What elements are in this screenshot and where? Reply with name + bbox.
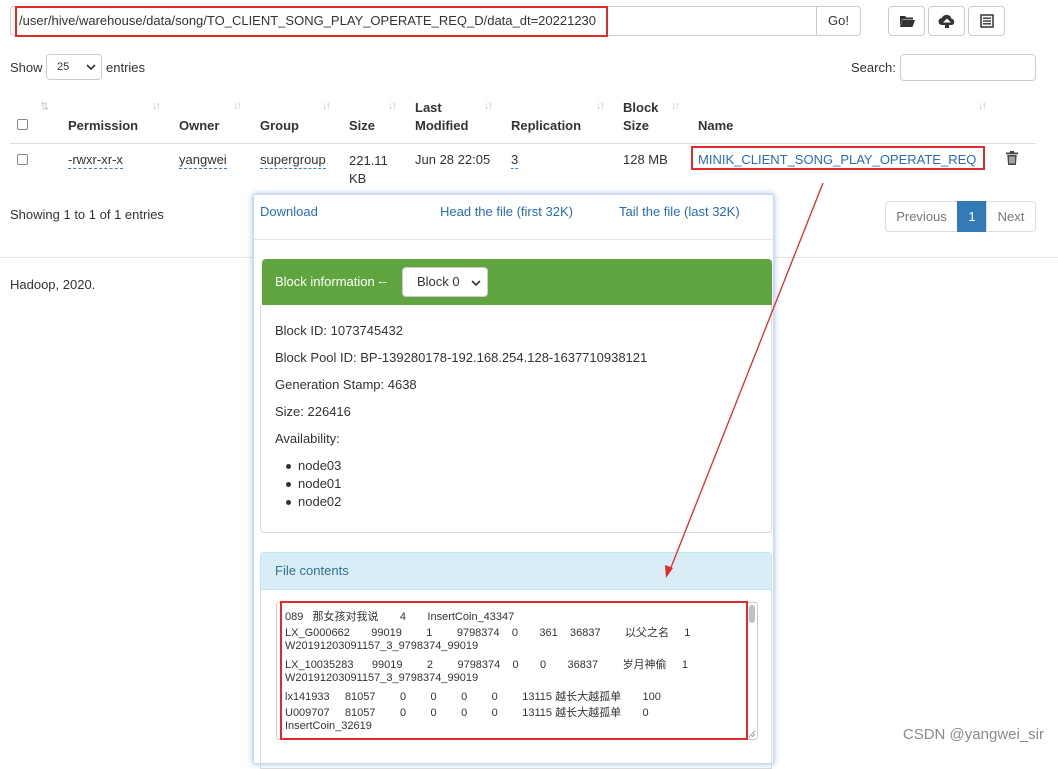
name-highlight xyxy=(691,146,985,170)
block-pool-id: Block Pool ID: BP-139280178-192.168.254.… xyxy=(275,350,648,365)
chevron-down-icon xyxy=(471,280,481,287)
generation-stamp: Generation Stamp: 4638 xyxy=(275,377,417,392)
head-file-link[interactable]: Head the file (first 32K) xyxy=(440,204,573,219)
popup-divider xyxy=(254,239,773,240)
table-header-divider xyxy=(10,143,1036,144)
header-name[interactable]: Name xyxy=(698,117,733,135)
sort-icon[interactable]: ↓↑ xyxy=(671,100,680,112)
row-replication[interactable]: 3 xyxy=(511,152,519,169)
block-id: Block ID: 1073745432 xyxy=(275,323,403,338)
size-unit: KB xyxy=(349,171,367,186)
folder-open-button[interactable] xyxy=(888,6,925,36)
row-owner[interactable]: yangwei xyxy=(179,152,227,169)
size-value: 221.11 xyxy=(349,153,388,168)
permission-value: -rwxr-xr-x xyxy=(68,152,123,169)
next-button[interactable]: Next xyxy=(986,201,1036,232)
upload-button[interactable] xyxy=(928,6,965,36)
node-item: node03 xyxy=(285,458,342,473)
row-permission[interactable]: -rwxr-xr-x xyxy=(68,152,123,169)
entries-select[interactable]: 25 xyxy=(46,54,102,80)
row-checkbox[interactable] xyxy=(17,154,28,165)
block-select-value: Block 0 xyxy=(417,274,460,289)
showing-entries: Showing 1 to 1 of 1 entries xyxy=(10,207,164,222)
availability-label: Availability: xyxy=(275,431,340,446)
search-label: Search: xyxy=(851,60,896,75)
sort-icon[interactable]: ↓↑ xyxy=(233,100,242,112)
owner-value: yangwei xyxy=(179,152,227,169)
select-all-checkbox[interactable] xyxy=(17,119,28,130)
file-contents-header: File contents xyxy=(260,552,772,590)
path-highlight xyxy=(15,6,608,37)
node-item: node01 xyxy=(285,476,342,491)
block-info-label: Block information -- xyxy=(275,274,387,289)
file-contents-label: File contents xyxy=(275,563,349,578)
header-owner[interactable]: Owner xyxy=(179,117,219,135)
go-button[interactable]: Go! xyxy=(816,6,861,36)
header-size[interactable]: Size xyxy=(349,117,375,135)
replication-value: 3 xyxy=(511,152,519,169)
row-size: 221.11 KB xyxy=(349,152,388,188)
file-contents-highlight xyxy=(280,601,748,740)
cloud-upload-icon xyxy=(938,14,954,28)
entries-value: 25 xyxy=(57,61,70,73)
tail-file-link[interactable]: Tail the file (last 32K) xyxy=(619,204,740,219)
node-item: node02 xyxy=(285,494,342,509)
download-link[interactable]: Download xyxy=(260,204,318,219)
search-input[interactable] xyxy=(900,54,1036,81)
header-last[interactable]: Last xyxy=(415,99,442,117)
previous-button[interactable]: Previous xyxy=(885,201,958,232)
row-modified: Jun 28 22:05 xyxy=(415,152,491,167)
list-button[interactable] xyxy=(968,6,1005,36)
watermark: CSDN @yangwei_sir xyxy=(902,726,1044,743)
header-block[interactable]: Block xyxy=(623,99,658,117)
folder-open-icon xyxy=(899,16,915,27)
sort-icon[interactable]: ↓↑ xyxy=(322,100,331,112)
entries-label: entries xyxy=(106,60,146,75)
sort-icon[interactable]: ⇅ xyxy=(40,100,49,113)
footer-text: Hadoop, 2020. xyxy=(10,277,96,292)
page-1-button[interactable]: 1 xyxy=(957,201,987,232)
sort-icon[interactable]: ↓↑ xyxy=(978,100,987,112)
list-icon xyxy=(979,14,994,28)
textarea-scrollbar[interactable] xyxy=(749,605,755,623)
header-group[interactable]: Group xyxy=(260,117,299,135)
block-select[interactable]: Block 0 xyxy=(402,267,488,297)
resize-handle-icon[interactable] xyxy=(748,730,756,738)
sort-icon[interactable]: ↓↑ xyxy=(152,100,161,112)
header-modified[interactable]: Modified xyxy=(415,117,468,135)
header-replication[interactable]: Replication xyxy=(511,117,581,135)
header-block-size[interactable]: Size xyxy=(623,117,649,135)
show-label: Show xyxy=(10,60,43,75)
row-group[interactable]: supergroup xyxy=(260,152,326,169)
header-permission[interactable]: Permission xyxy=(68,117,138,135)
chevron-down-icon xyxy=(86,64,96,71)
group-value: supergroup xyxy=(260,152,326,169)
sort-icon[interactable]: ↓↑ xyxy=(484,100,493,112)
sort-icon[interactable]: ↓↑ xyxy=(388,100,397,112)
trash-icon[interactable] xyxy=(1006,151,1018,165)
sort-icon[interactable]: ↓↑ xyxy=(596,100,605,112)
block-info-header: Block information -- xyxy=(262,259,772,305)
block-size: Size: 226416 xyxy=(275,404,351,419)
row-block-size: 128 MB xyxy=(623,152,668,167)
